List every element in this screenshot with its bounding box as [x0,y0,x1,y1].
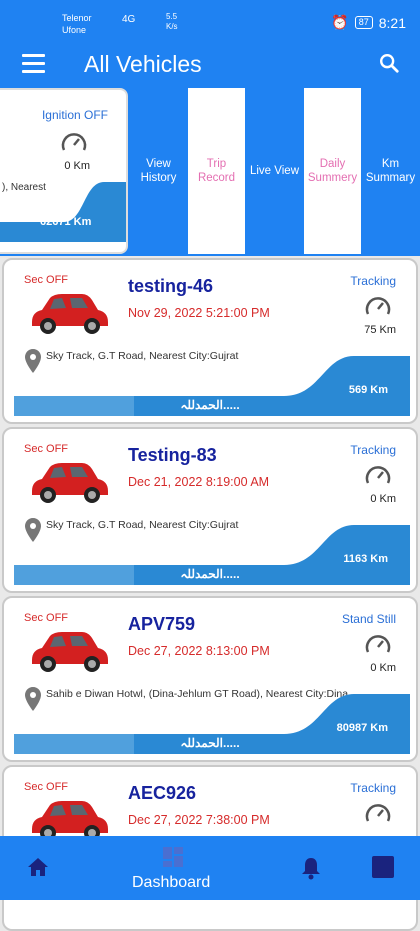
speed-value: 5.5 [166,12,178,21]
car-icon [32,463,108,503]
security-status: Sec OFF [24,274,69,286]
search-icon[interactable] [378,52,400,74]
total-distance: 1163 Km [343,553,388,565]
app-bar: All Vehicles [0,40,420,88]
footer-text: الحمدللہ..... [180,567,240,581]
speed-km: 0 Km [64,160,90,172]
vehicle-datetime: Nov 29, 2022 5:21:00 PM [128,306,270,320]
daily-summary-button[interactable]: Daily Summery [304,88,361,254]
footer-text: الحمدللہ..... [180,736,240,750]
speedometer-icon [61,133,87,151]
vehicle-name: testing-46 [128,276,214,296]
speed-km: 75 Km [364,324,396,336]
total-distance: 80987 Km [336,722,388,734]
vehicle-card[interactable]: Sec OFF testing-46 Nov 29, 2022 5:21:00 … [2,258,418,424]
ignition-status: Ignition OFF [41,108,108,122]
view-history-button[interactable]: View History [130,88,187,254]
speed-km: 0 Km [370,662,396,674]
signal-indicator: 4G [122,14,136,25]
carrier-1: Telenor [62,13,92,23]
total-distance: 569 Km [348,384,388,396]
selected-vehicle-card[interactable]: Ignition OFF 0 Km ), Nearest 62671 Km [0,88,128,254]
tracking-status: Tracking [350,781,396,795]
status-bar: Telenor Ufone 4G 5.5 K/s ⏰ 87 8:21 [0,0,420,40]
battery-icon: 87 [354,16,373,29]
vehicle-name: APV759 [128,614,196,634]
vehicle-card[interactable]: Sec OFF APV759 Dec 27, 2022 8:13:00 PM S… [2,596,418,762]
speedometer-icon [365,466,391,484]
trip-record-button[interactable]: Trip Record [188,88,245,254]
vehicle-datetime: Dec 21, 2022 8:19:00 AM [128,475,270,489]
vehicle-datetime: Dec 27, 2022 8:13:00 PM [128,644,270,658]
live-view-button[interactable]: Live View [246,88,303,254]
tracking-status: Tracking [350,274,396,288]
security-status: Sec OFF [24,612,69,624]
total-distance: 62671 Km [40,216,92,228]
security-status: Sec OFF [24,443,69,455]
speed-km: 0 Km [370,493,396,505]
car-icon [32,632,108,672]
tracking-status: Stand Still [341,612,396,626]
carrier-2: Ufone [62,25,87,35]
menu-icon[interactable] [22,54,45,73]
car-icon [32,294,108,334]
carrier-names: Telenor Ufone [62,12,92,36]
dashboard-icon[interactable] [162,846,184,868]
clock: 8:21 [378,14,406,31]
vehicle-name: AEC926 [128,783,197,803]
tracking-status: Tracking [350,443,396,457]
speedometer-icon [365,635,391,653]
vehicle-datetime: Dec 27, 2022 7:38:00 PM [128,813,270,827]
km-summary-button[interactable]: Km Summary [362,88,419,254]
speedometer-icon [365,804,391,822]
speedometer-icon [365,297,391,315]
vehicle-name: Testing-83 [128,445,217,465]
security-status: Sec OFF [24,781,69,793]
speed-unit: K/s [166,22,178,31]
network-speed: 5.5 K/s [166,12,178,32]
page-title: All Vehicles [84,51,202,77]
footer-text: الحمدللہ..... [180,398,240,412]
status-right: ⏰ 87 8:21 [331,14,406,31]
vehicle-card[interactable]: Sec OFF Testing-83 Dec 21, 2022 8:19:00 … [2,427,418,593]
dashboard-label[interactable]: Dashboard [132,874,210,892]
alarm-icon: ⏰ [331,14,349,30]
home-icon[interactable] [26,856,50,878]
distance-band [0,182,126,242]
bottom-nav: Dashboard [0,836,420,900]
stop-icon[interactable] [372,856,394,878]
bell-icon[interactable] [300,856,322,880]
